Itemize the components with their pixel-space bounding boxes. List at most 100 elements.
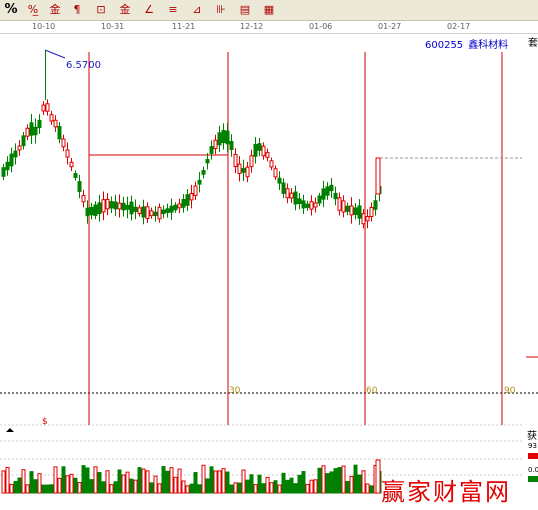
volume-bar (293, 483, 298, 494)
volume-bar (345, 481, 350, 494)
price-candle (289, 192, 294, 199)
cycle-label: 90 (504, 386, 516, 396)
volume-bar (233, 482, 238, 494)
volume-legend-up (528, 453, 538, 459)
price-candle (209, 146, 214, 154)
price-candle (1, 167, 6, 177)
bars-icon[interactable]: ⊪ (212, 1, 230, 19)
volume-bar (225, 471, 230, 494)
price-candle (121, 202, 126, 211)
volume-bar (261, 483, 266, 494)
price-candle (369, 206, 374, 218)
price-candle (117, 202, 122, 210)
volume-bar (169, 467, 174, 494)
cycle-label: 30 (229, 386, 241, 396)
price-candle (189, 192, 194, 201)
volume-bar (173, 476, 178, 494)
volume-bar (177, 468, 182, 494)
box-icon[interactable]: ⊡ (92, 1, 110, 19)
volume-side-value-a: 93 (528, 442, 537, 450)
price-candle (101, 199, 106, 213)
percent-icon[interactable]: % (2, 1, 20, 19)
volume-bar (237, 482, 242, 494)
price-candle (69, 161, 74, 168)
grid-icon[interactable]: ▤ (236, 1, 254, 19)
volume-bar (149, 482, 154, 494)
price-candle (373, 200, 378, 210)
volume-bar (161, 466, 166, 494)
table-icon[interactable]: ▦ (260, 1, 278, 19)
date-tick: 01-06 (309, 22, 333, 31)
price-candle (281, 182, 286, 194)
volume-bar (25, 484, 30, 494)
volume-bar (245, 479, 250, 494)
price-candle (45, 103, 50, 112)
lines-icon[interactable]: ≡ (164, 1, 182, 19)
triangle-icon[interactable]: ⊿ (188, 1, 206, 19)
price-candle (61, 138, 66, 148)
price-candle (33, 126, 38, 136)
volume-bar (229, 484, 234, 494)
price-candle (97, 202, 102, 215)
volume-bar (209, 466, 214, 494)
volume-bar (37, 473, 42, 494)
volume-bar (65, 475, 70, 494)
volume-bar (277, 484, 282, 494)
volume-bar (17, 477, 22, 494)
volume-bar (133, 479, 138, 494)
price-candle (105, 198, 110, 210)
price-candle (221, 129, 226, 144)
price-candle (253, 143, 258, 157)
price-candle (21, 135, 26, 147)
side-tag[interactable]: 套 (528, 34, 538, 49)
price-candle (341, 200, 346, 213)
gold-line-icon[interactable]: 金 (116, 1, 134, 19)
price-candle (349, 205, 354, 216)
peak-pointer (44, 49, 66, 59)
volume-bar (253, 484, 258, 494)
date-tick: 10-31 (101, 22, 125, 31)
volume-bar (5, 466, 10, 494)
angle-icon[interactable]: ∠ (140, 1, 158, 19)
volume-bar (213, 470, 218, 494)
price-candle (49, 114, 54, 122)
percent-underline-icon[interactable]: %̲ (24, 1, 42, 19)
price-candle (273, 168, 278, 178)
volume-bar (313, 479, 318, 494)
price-candle (161, 209, 166, 215)
volume-bar (45, 484, 50, 494)
price-candle (329, 184, 334, 192)
date-tick: 10-10 (32, 22, 56, 31)
paragraph-icon[interactable]: ¶ (68, 1, 86, 19)
price-candle (305, 203, 310, 208)
price-candle (9, 153, 14, 167)
stock-code: 600255 (425, 40, 464, 51)
stock-title: 600255 鑫科材料 (425, 36, 508, 51)
volume-bar (321, 465, 326, 494)
gold-icon[interactable]: 金 (46, 1, 64, 19)
volume-bar (77, 482, 82, 494)
volume-bar (13, 480, 18, 494)
volume-bar (221, 468, 226, 494)
volume-bar (197, 484, 202, 494)
volume-bar (53, 466, 58, 494)
volume-bar (89, 479, 94, 494)
volume-bar (257, 474, 262, 494)
volume-bar (361, 470, 366, 494)
volume-marker: $ (42, 417, 48, 427)
date-tick: 01-27 (378, 22, 402, 31)
volume-bar (365, 483, 370, 494)
cycle-label: 60 (366, 386, 378, 396)
volume-panel-triangle-icon (6, 428, 14, 432)
price-candle (361, 213, 366, 225)
price-candle (269, 160, 274, 168)
volume-bar-last (375, 459, 381, 494)
price-candle (293, 191, 298, 205)
volume-bar (269, 482, 274, 494)
date-tick: 12-12 (240, 22, 264, 31)
price-candle (333, 192, 338, 200)
price-candle (125, 204, 130, 210)
volume-bar (353, 464, 358, 494)
price-candle (93, 204, 98, 216)
peak-label: 6.5700 (66, 60, 101, 71)
